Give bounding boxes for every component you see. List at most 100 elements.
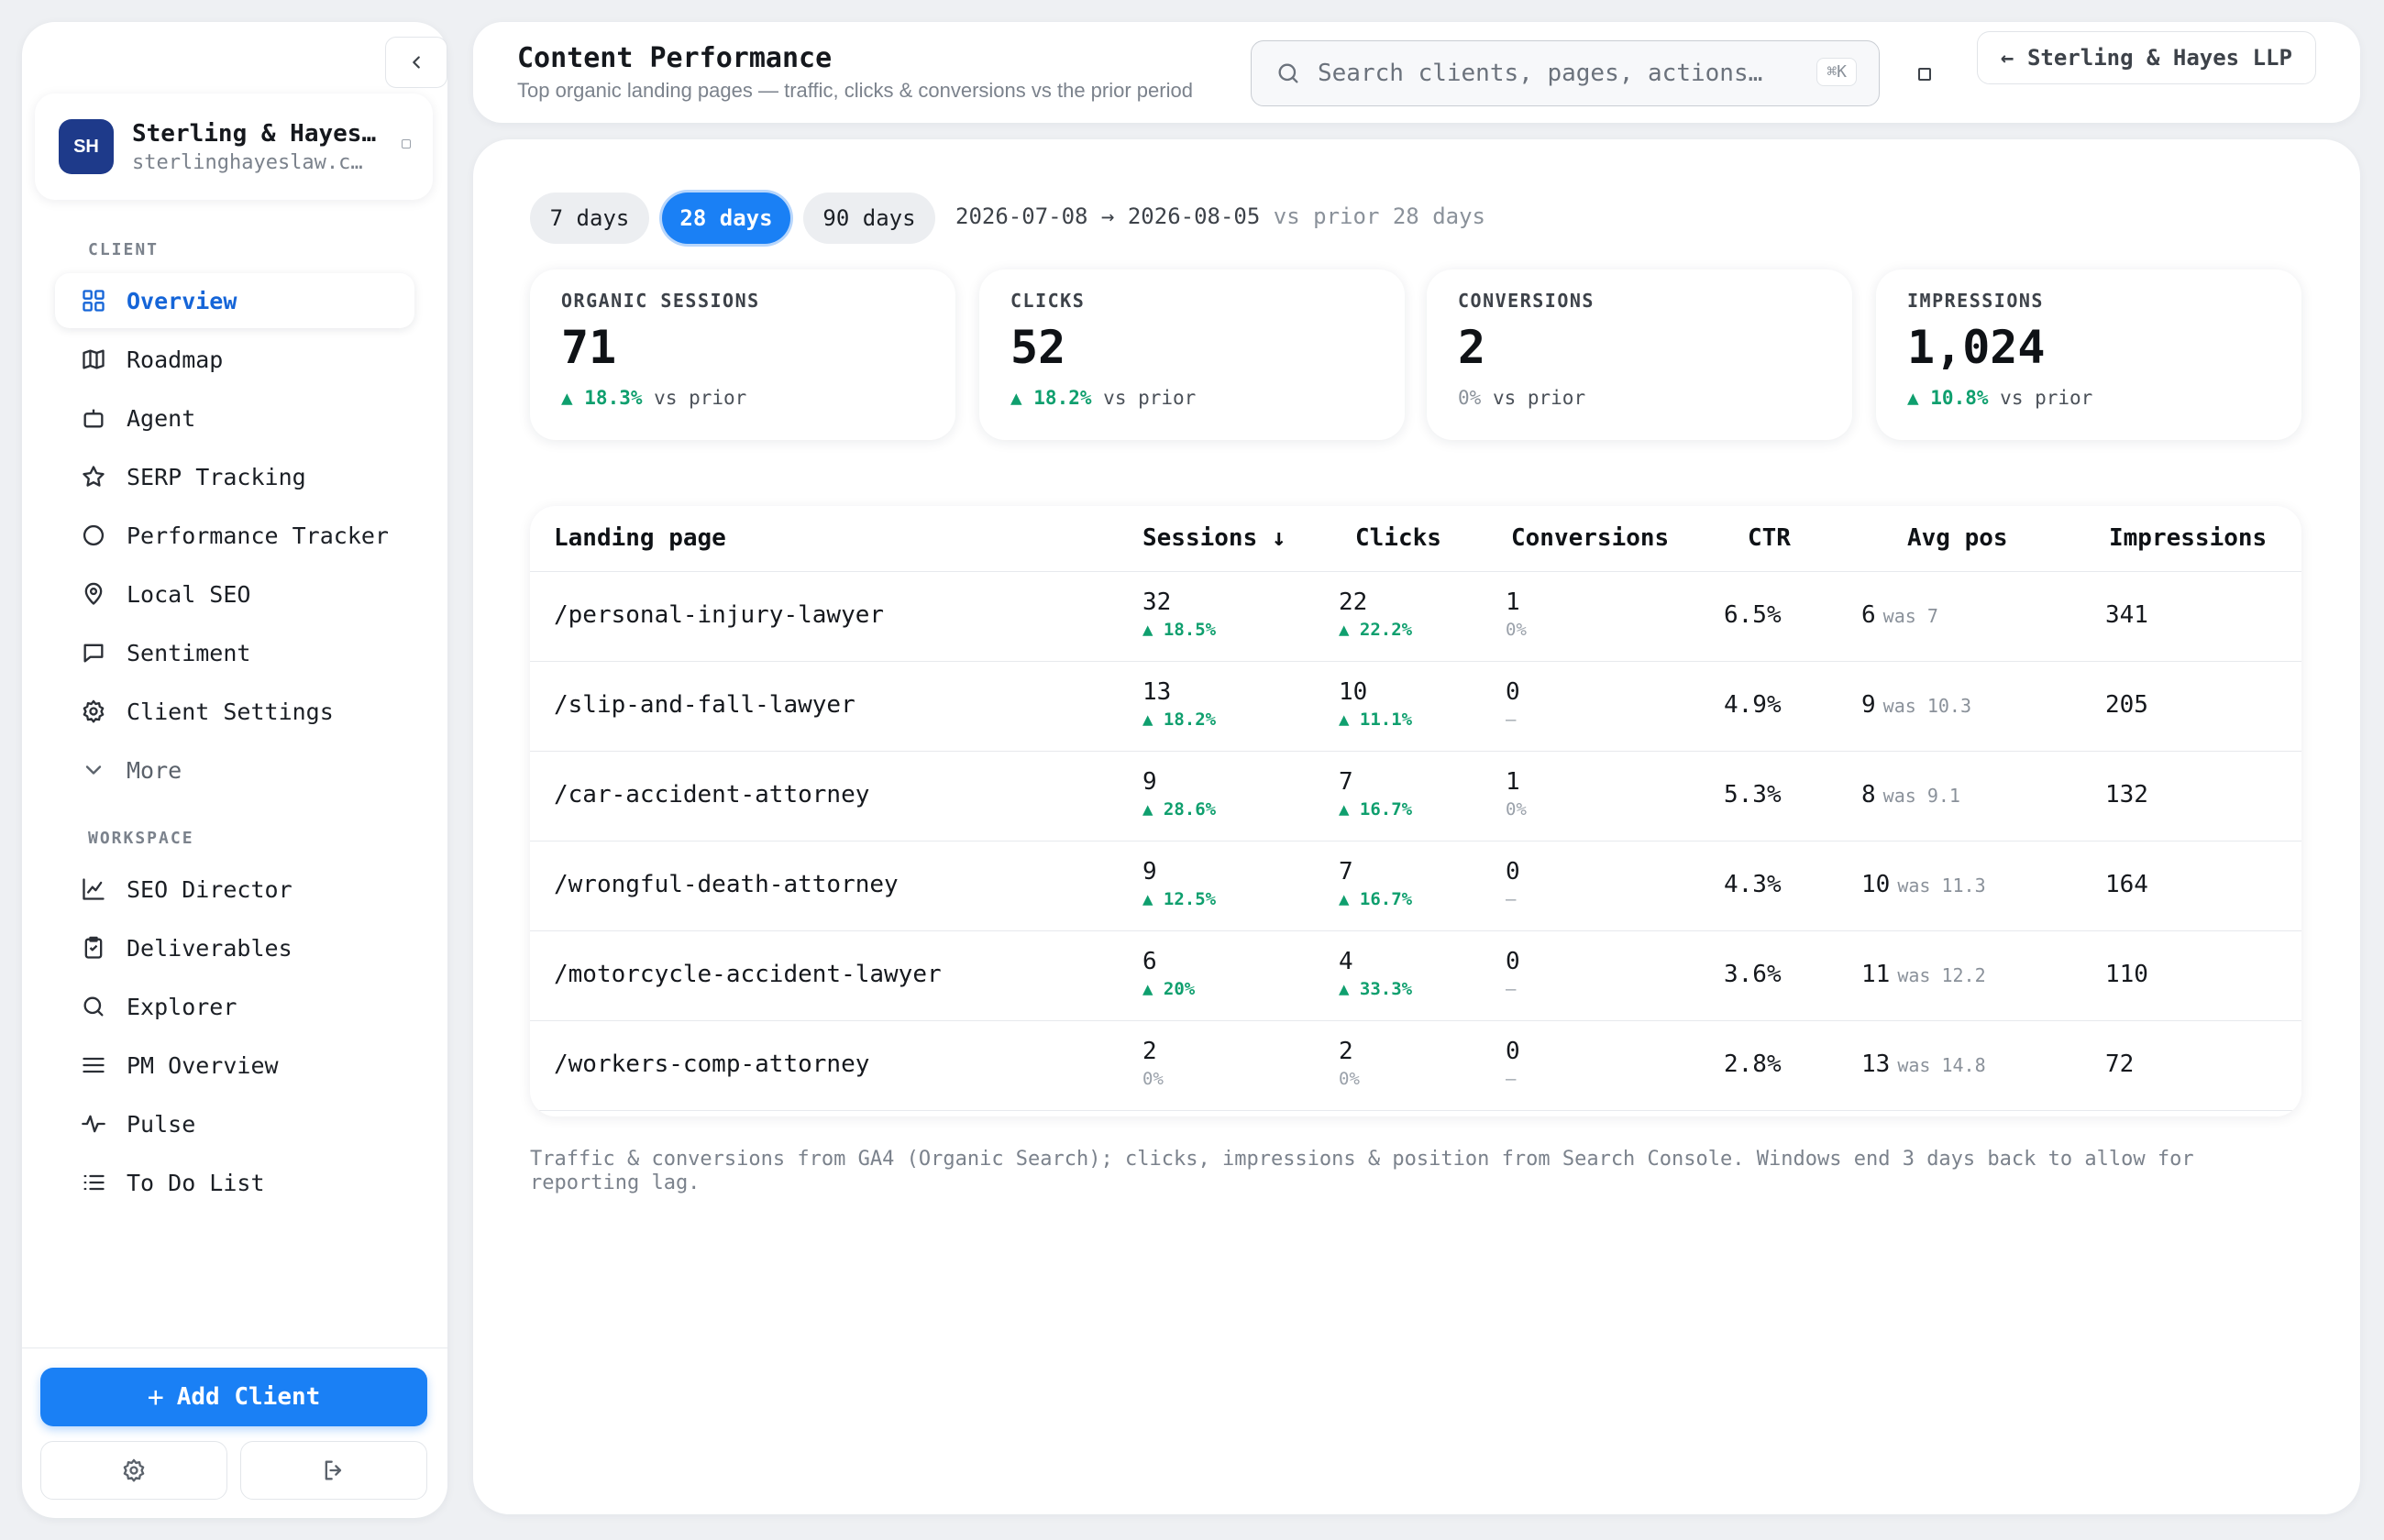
landing-page-path[interactable]: /motorcycle-accident-lawyer: [554, 961, 942, 988]
map-pin-icon: [84, 582, 103, 605]
column-header-conversions[interactable]: Conversions: [1511, 524, 1669, 552]
sidebar-item-local-seo[interactable]: Local SEO: [55, 566, 414, 622]
landing-page-path[interactable]: /car-accident-attorney: [554, 781, 869, 808]
landing-page-path[interactable]: /wrongful-death-attorney: [554, 871, 899, 898]
kpi-value: 2: [1458, 321, 1486, 374]
sidebar-item-agent[interactable]: Agent: [55, 390, 414, 446]
sidebar-item-label: Deliverables: [127, 934, 292, 962]
table-row[interactable]: /workers-comp-attorney 2 0% 2 0% 0 — 2.8% 13 was …: [530, 1021, 2301, 1111]
gear-icon: [123, 1458, 145, 1482]
sidebar-item-performance-tracker[interactable]: Performance Tracker: [55, 508, 414, 563]
avg-pos-cell: 9 was 10.3: [1861, 691, 1971, 719]
table-row[interactable]: /personal-injury-lawyer 32 ▲ 18.5% 22 ▲ 22.2…: [530, 572, 2301, 662]
sidebar-item-pm-overview[interactable]: PM Overview: [55, 1038, 414, 1093]
sidebar-item-label: SEO Director: [127, 875, 292, 903]
avg-pos-previous: was 7: [1882, 605, 1938, 627]
avg-pos-cell: 6 was 7: [1861, 601, 1938, 629]
avg-pos-value: 10: [1861, 871, 1891, 898]
sidebar-item-seo-director[interactable]: SEO Director: [55, 862, 414, 917]
sidebar-item-label: Sentiment: [127, 639, 251, 666]
sidebar-item-deliverables[interactable]: Deliverables: [55, 920, 414, 975]
list-icon: [83, 1174, 105, 1191]
clicks-delta: ▲ 22.2%: [1339, 620, 1413, 640]
table-row[interactable]: /car-accident-attorney 9 ▲ 28.6% 7 ▲ 16.7% 1 0…: [530, 752, 2301, 842]
kpi-delta: ▲ 18.2%: [1010, 387, 1092, 409]
kpi-label: ORGANIC SESSIONS: [561, 290, 760, 312]
clicks-value: 22: [1339, 588, 1368, 616]
sidebar-item-roadmap[interactable]: Roadmap: [55, 332, 414, 387]
impressions-value: 110: [2105, 961, 2148, 988]
range-28-days-button[interactable]: 28 days: [662, 192, 790, 244]
conversions-delta: —: [1506, 710, 1517, 730]
kpi-delta-suffix: vs prior: [2000, 387, 2093, 409]
kpi-label: IMPRESSIONS: [1907, 290, 2044, 312]
sidebar-item-client-settings[interactable]: Client Settings: [55, 684, 414, 739]
range-7-days-button[interactable]: 7 days: [530, 192, 649, 244]
sessions-value: 9: [1142, 768, 1157, 796]
ctr-value: 2.8%: [1724, 1050, 1782, 1078]
ctr-value: 3.6%: [1724, 961, 1782, 988]
robot-icon: [83, 409, 104, 428]
column-header-ctr[interactable]: CTR: [1748, 524, 1791, 552]
table-row[interactable]: /slip-and-fall-lawyer 13 ▲ 18.2% 10 ▲ 11.1% 0…: [530, 662, 2301, 752]
sidebar-item-label: SERP Tracking: [127, 463, 306, 490]
kpi-label: CONVERSIONS: [1458, 290, 1595, 312]
clicks-delta: ▲ 33.3%: [1339, 979, 1413, 999]
sessions-delta: ▲ 20%: [1142, 979, 1196, 999]
search-input[interactable]: Search clients, pages, actions… ⌘K: [1251, 40, 1880, 106]
date-range-dates: 2026-07-08 → 2026-08-05: [955, 204, 1261, 229]
client-switcher[interactable]: SH Sterling & Hayes… sterlinghayeslaw.c…: [35, 94, 433, 200]
settings-button[interactable]: [40, 1441, 227, 1500]
logout-icon: [325, 1460, 342, 1480]
conversions-delta: —: [1506, 889, 1517, 909]
avg-pos-cell: 8 was 9.1: [1861, 781, 1960, 808]
theme-toggle-icon[interactable]: [1918, 68, 1931, 81]
kpi-card-clicks: CLICKS 52 ▲ 18.2% vs prior: [979, 270, 1405, 440]
table-row[interactable]: /wrongful-death-attorney 9 ▲ 12.5% 7 ▲ 16.7%…: [530, 842, 2301, 931]
column-header-sessions[interactable]: Sessions ↓: [1142, 524, 1286, 552]
column-header-impressions[interactable]: Impressions: [2109, 524, 2267, 552]
kpi-delta: 0%: [1458, 387, 1482, 409]
sidebar-item-explorer[interactable]: Explorer: [55, 979, 414, 1034]
sidebar-item-to-do-list[interactable]: To Do List: [55, 1155, 414, 1210]
range-90-days-button[interactable]: 90 days: [803, 192, 935, 244]
column-header-avg-pos[interactable]: Avg pos: [1907, 524, 2008, 552]
sessions-delta: ▲ 18.5%: [1142, 620, 1217, 640]
table-row[interactable]: /motorcycle-accident-lawyer 6 ▲ 20% 4 ▲ 33.3…: [530, 931, 2301, 1021]
sidebar-item-label: Agent: [127, 404, 196, 432]
sidebar-item-label: Performance Tracker: [127, 522, 389, 549]
sessions-delta: 0%: [1142, 1069, 1164, 1089]
sidebar: SH Sterling & Hayes… sterlinghayeslaw.c……: [22, 22, 447, 1518]
map-icon: [83, 349, 105, 369]
circle-icon: [83, 524, 105, 546]
sessions-delta: ▲ 12.5%: [1142, 889, 1217, 909]
plus-icon: +: [147, 1380, 164, 1414]
sidebar-item-label: Pulse: [127, 1110, 196, 1138]
ctr-value: 4.3%: [1724, 871, 1782, 898]
landing-page-path[interactable]: /personal-injury-lawyer: [554, 601, 884, 629]
sidebar-item-sentiment[interactable]: Sentiment: [55, 625, 414, 680]
clicks-delta: ▲ 16.7%: [1339, 889, 1413, 909]
ctr-value: 4.9%: [1724, 691, 1782, 719]
sidebar-item-serp-tracking[interactable]: SERP Tracking: [55, 449, 414, 504]
client-avatar: SH: [59, 119, 114, 174]
add-client-button[interactable]: + Add Client: [40, 1368, 427, 1426]
column-header-landing-page[interactable]: Landing page: [554, 524, 726, 552]
kpi-card-impressions: IMPRESSIONS 1,024 ▲ 10.8% vs prior: [1876, 270, 2301, 440]
sessions-value: 9: [1142, 858, 1157, 886]
sidebar-item-pulse[interactable]: Pulse: [55, 1096, 414, 1151]
kpi-delta: ▲ 18.3%: [561, 387, 643, 409]
conversions-value: 0: [1506, 858, 1520, 886]
page-subtitle: Top organic landing pages — traffic, cli…: [517, 79, 1193, 102]
sidebar-item-overview[interactable]: Overview: [55, 273, 414, 328]
column-header-clicks[interactable]: Clicks: [1355, 524, 1441, 552]
sidebar-item-more[interactable]: More: [55, 742, 414, 798]
avg-pos-previous: was 12.2: [1897, 964, 1986, 986]
back-to-client-button[interactable]: ← Sterling & Hayes LLP: [1977, 31, 2316, 84]
landing-page-path[interactable]: /slip-and-fall-lawyer: [554, 691, 855, 719]
sidebar-item-label: More: [127, 756, 182, 784]
landing-page-path[interactable]: /workers-comp-attorney: [554, 1050, 869, 1078]
avg-pos-cell: 13 was 14.8: [1861, 1050, 1986, 1078]
collapse-sidebar-button[interactable]: [385, 37, 447, 88]
logout-button[interactable]: [240, 1441, 427, 1500]
